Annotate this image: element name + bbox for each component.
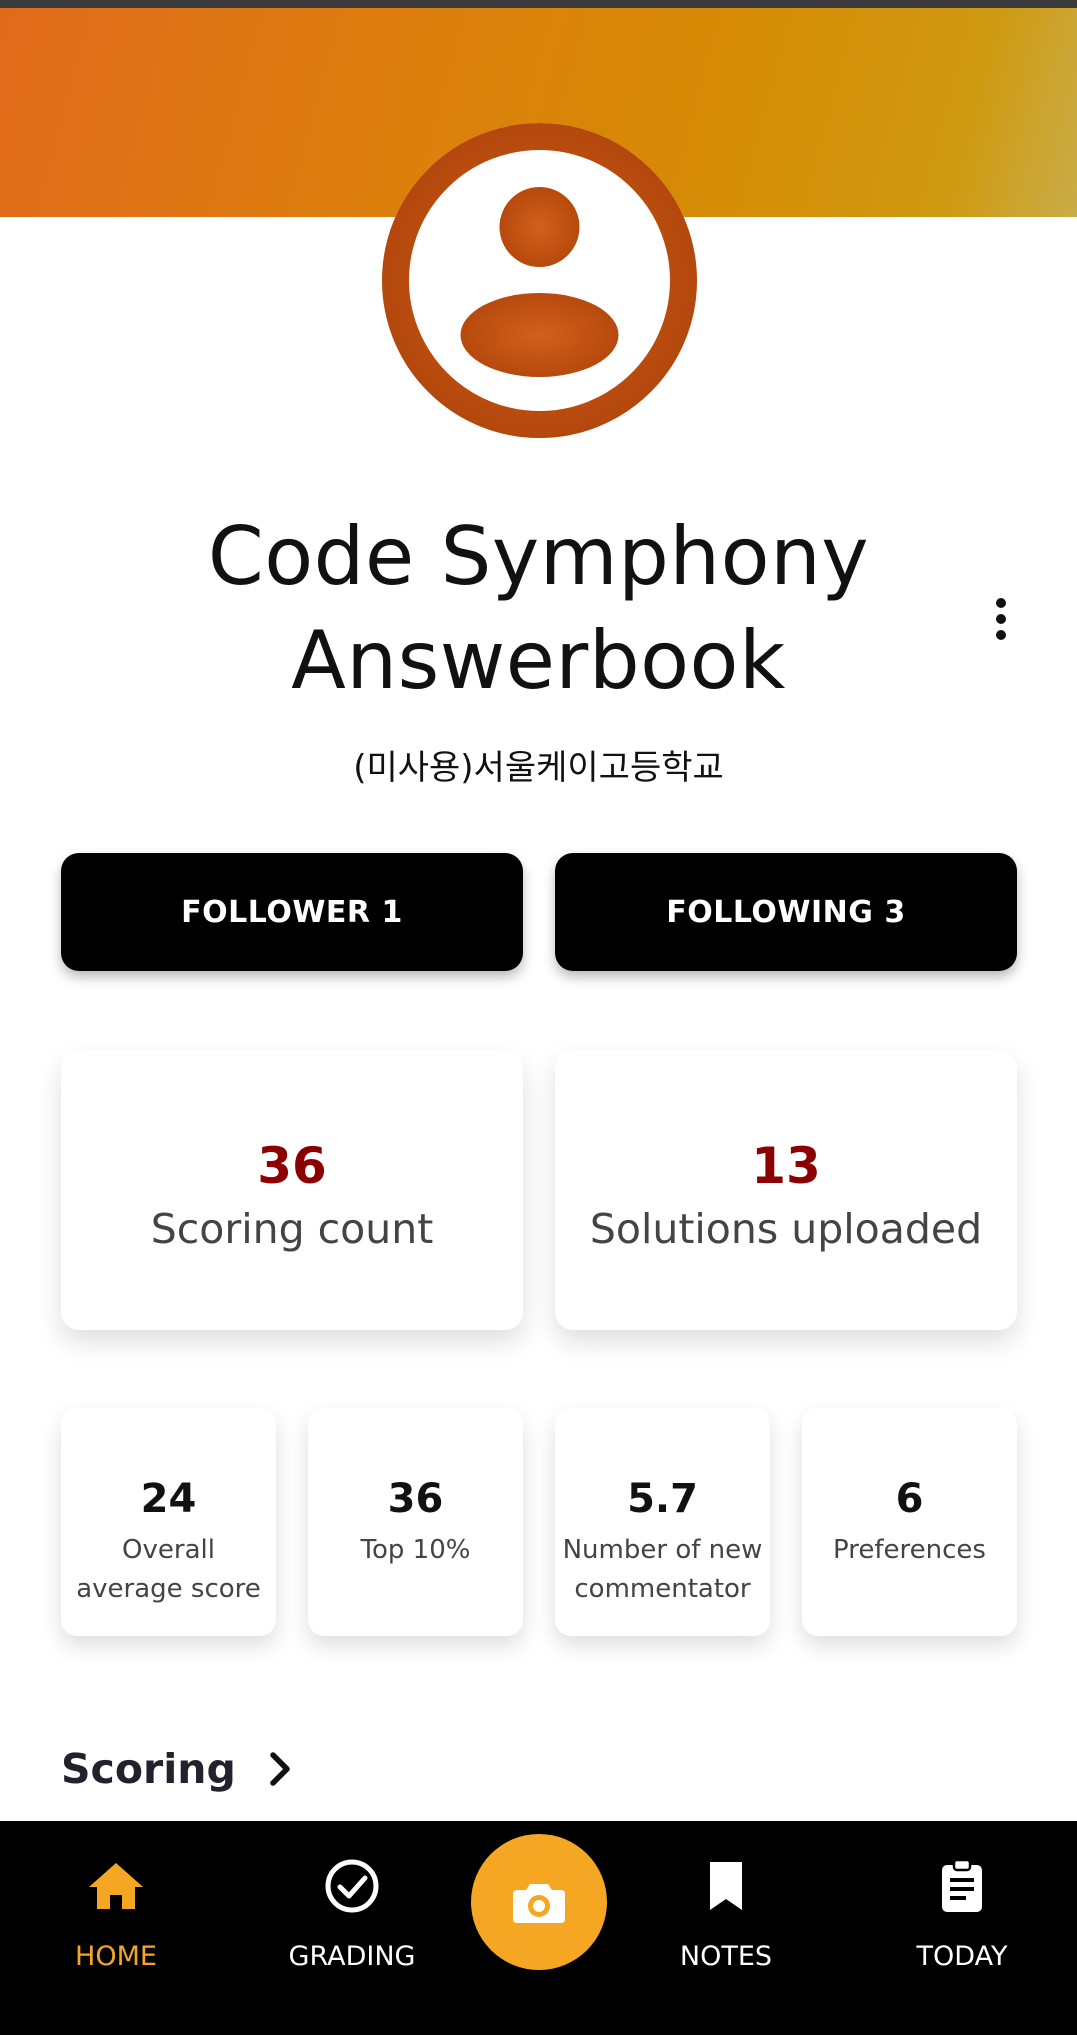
section-title: Scoring xyxy=(61,1745,236,1793)
more-options-icon[interactable] xyxy=(985,594,1017,644)
following-button[interactable]: FOLLOWING 3 xyxy=(555,853,1017,971)
stat-label: Top 10% xyxy=(360,1535,471,1565)
scoring-section-header[interactable]: Scoring xyxy=(61,1745,294,1793)
account-circle-icon xyxy=(382,123,697,438)
stat-card-solutions-uploaded[interactable]: 13 Solutions uploaded xyxy=(555,1050,1017,1330)
nav-grading-label: GRADING xyxy=(288,1941,416,1972)
stat-value: 36 xyxy=(257,1137,327,1195)
stat-label: Preferences xyxy=(833,1535,986,1565)
page-title: Code Symphony Answerbook xyxy=(207,510,870,707)
camera-button[interactable] xyxy=(471,1834,607,1970)
nav-notes[interactable]: NOTES xyxy=(626,1821,826,2035)
check-circle-icon xyxy=(325,1859,379,1913)
clipboard-icon xyxy=(942,1858,982,1912)
status-bar-strip xyxy=(0,0,1077,8)
stat-label: Overall average score xyxy=(76,1535,261,1604)
stat-card-new-commentator[interactable]: 5.7 Number of new commentator xyxy=(555,1408,770,1636)
stat-label: Number of new commentator xyxy=(562,1535,763,1604)
chevron-right-icon xyxy=(270,1752,290,1786)
stat-value: 24 xyxy=(140,1476,197,1522)
stat-card-overall-average-score[interactable]: 24 Overall average score xyxy=(61,1408,276,1636)
stat-value: 36 xyxy=(387,1476,444,1522)
nav-home[interactable]: HOME xyxy=(16,1821,216,2035)
stat-value: 5.7 xyxy=(627,1476,698,1522)
stat-value: 13 xyxy=(751,1137,821,1195)
bookmark-icon xyxy=(710,1862,742,1910)
home-icon xyxy=(89,1863,143,1909)
stat-card-scoring-count[interactable]: 36 Scoring count xyxy=(61,1050,523,1330)
nav-today[interactable]: TODAY xyxy=(862,1821,1062,2035)
avatar[interactable] xyxy=(382,123,697,438)
stat-label: Solutions uploaded xyxy=(589,1205,983,1253)
camera-icon xyxy=(513,1884,565,1923)
stat-label: Scoring count xyxy=(150,1205,434,1253)
stat-value: 6 xyxy=(895,1476,924,1522)
nav-notes-label: NOTES xyxy=(679,1941,773,1972)
stat-card-top-percent[interactable]: 36 Top 10% xyxy=(308,1408,523,1636)
nav-grading[interactable]: GRADING xyxy=(252,1821,452,2035)
stat-card-preferences[interactable]: 6 Preferences xyxy=(802,1408,1017,1636)
school-name: (미사용)서울케이고등학교 xyxy=(353,748,724,788)
nav-home-label: HOME xyxy=(75,1941,157,1972)
follower-button[interactable]: FOLLOWER 1 xyxy=(61,853,523,971)
nav-today-label: TODAY xyxy=(916,1941,1008,1972)
